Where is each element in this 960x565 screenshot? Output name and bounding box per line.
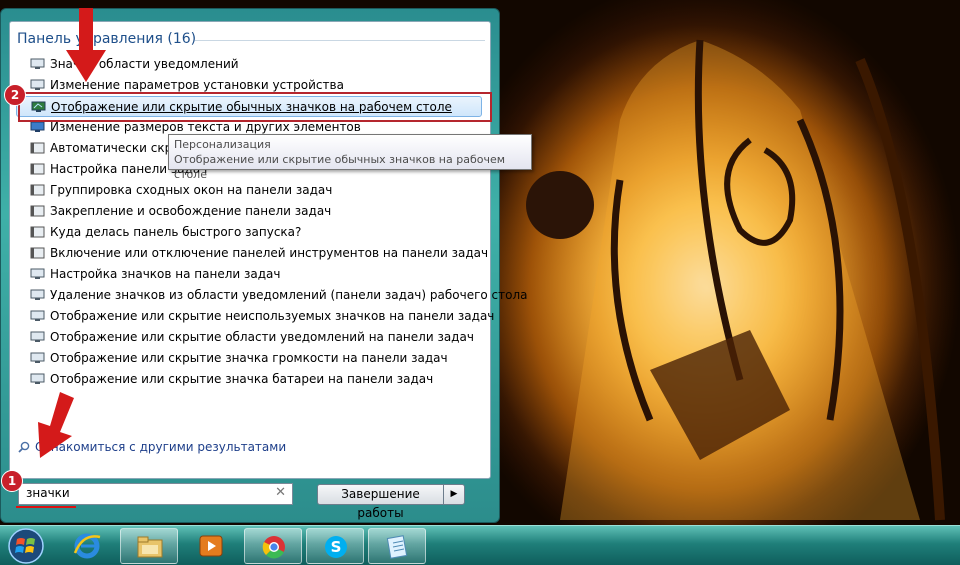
annotation-badge-1: 1 (1, 470, 23, 492)
clear-search-icon[interactable]: ✕ (275, 485, 286, 500)
taskbar-file-explorer[interactable] (120, 528, 178, 564)
result-item-label: Отображение или скрытие значка громкости… (50, 351, 448, 365)
result-item-label: Отображение или скрытие области уведомле… (50, 330, 474, 344)
start-orb[interactable] (4, 527, 48, 565)
tooltip-description: Отображение или скрытие обычных значков … (174, 153, 506, 181)
result-item[interactable]: Удаление значков из области уведомлений … (16, 285, 528, 306)
result-item-label: Отображение или скрытие значка батареи н… (50, 372, 434, 386)
result-item[interactable]: Куда делась панель быстрого запуска? (16, 222, 482, 243)
result-item[interactable]: Отображение или скрытие области уведомле… (16, 327, 482, 348)
search-input-value: значки (26, 486, 70, 500)
result-item-label: Удаление значков из области уведомлений … (50, 288, 528, 302)
taskbar-notepad[interactable] (368, 528, 426, 564)
monitor-icon (30, 79, 45, 90)
skype-icon: S (325, 536, 347, 558)
media-player-icon (199, 535, 223, 557)
result-item-label: Отображение или скрытие неиспользуемых з… (50, 309, 495, 323)
monitor-icon (30, 268, 45, 279)
search-input[interactable]: значки ✕ (18, 483, 293, 505)
annotation-badge-2: 2 (4, 84, 26, 106)
monitor-icon (30, 310, 45, 321)
monitor-icon (30, 58, 45, 69)
annotation-underline (16, 506, 76, 508)
result-item-label: Закрепление и освобождение панели задач (50, 204, 332, 218)
taskbar-icon (30, 247, 45, 259)
taskbar: S (0, 525, 960, 565)
monitor-icon (30, 289, 45, 300)
taskbar-icon (30, 226, 45, 238)
wallpaper-lamp (500, 0, 960, 525)
taskbar-media-player[interactable] (182, 528, 240, 564)
monitor-icon (30, 373, 45, 384)
taskbar-skype[interactable]: S (306, 528, 364, 564)
chrome-icon (262, 536, 285, 559)
annotation-arrow-top (66, 8, 106, 82)
annotation-arrow-bottom (38, 392, 74, 458)
taskbar-internet-explorer[interactable] (58, 528, 116, 564)
tooltip: Персонализация Отображение или скрытие о… (168, 134, 532, 181)
result-item[interactable]: Закрепление и освобождение панели задач (16, 201, 482, 222)
result-item[interactable]: Отображение или скрытие значка громкости… (16, 348, 482, 369)
notepad-icon (386, 535, 408, 559)
monitor-icon (30, 331, 45, 342)
result-item[interactable]: Отображение или скрытие значка батареи н… (16, 369, 482, 390)
shutdown-options-arrow-icon[interactable]: ▶ (443, 484, 465, 505)
result-item[interactable]: Группировка сходных окон на панели задач (16, 180, 482, 201)
result-item[interactable]: Отображение или скрытие неиспользуемых з… (16, 306, 494, 327)
annotation-highlight-frame (18, 92, 492, 122)
taskbar-icon (30, 205, 45, 217)
shutdown-button[interactable]: Завершение работы (317, 484, 444, 520)
svg-text:S: S (331, 538, 342, 556)
shutdown-control: Завершение работы ▶ (317, 484, 467, 520)
result-item-label: Включение или отключение панелей инструм… (50, 246, 489, 260)
result-item-label: Настройка значков на панели задач (50, 267, 281, 281)
search-icon (18, 441, 30, 453)
taskbar-icon (30, 163, 45, 175)
result-item[interactable]: Настройка значков на панели задач (16, 264, 482, 285)
taskbar-chrome[interactable] (244, 528, 302, 564)
result-item-label: Изменение размеров текста и других элеме… (50, 120, 361, 134)
result-item-label: Группировка сходных окон на панели задач (50, 183, 333, 197)
internet-explorer-icon (73, 533, 101, 559)
tooltip-title: Персонализация (174, 138, 271, 151)
monitor-icon (30, 352, 45, 363)
category-divider (195, 40, 485, 41)
result-item[interactable]: Включение или отключение панелей инструм… (16, 243, 488, 264)
display-icon (30, 121, 45, 132)
taskbar-icon (30, 184, 45, 196)
taskbar-icon (30, 142, 45, 154)
file-explorer-icon (137, 536, 163, 558)
result-item-label: Куда делась панель быстрого запуска? (50, 225, 302, 239)
